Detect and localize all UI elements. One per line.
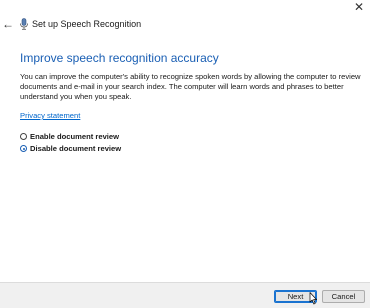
radio-label-enable: Enable document review (30, 132, 120, 141)
title-bar: ✕ ← Set up Speech Recognition (0, 0, 370, 40)
privacy-statement-link[interactable]: Privacy statement (20, 111, 80, 121)
radio-label-disable: Disable document review (30, 144, 122, 153)
page-heading: Improve speech recognition accuracy (20, 51, 219, 65)
window-title: Set up Speech Recognition (32, 19, 142, 29)
radio-enable-document-review[interactable]: Enable document review (20, 131, 119, 142)
cancel-button[interactable]: Cancel (322, 290, 365, 303)
back-arrow-icon[interactable]: ← (2, 18, 14, 30)
description-text: You can improve the computer's ability t… (20, 72, 361, 101)
radio-button-unchecked[interactable] (20, 133, 27, 140)
mouse-pointer-icon (309, 292, 317, 305)
radio-disable-document-review[interactable]: Disable document review (20, 143, 121, 154)
radio-button-checked[interactable] (20, 145, 27, 152)
microphone-icon (20, 18, 28, 30)
close-icon[interactable]: ✕ (352, 0, 366, 14)
